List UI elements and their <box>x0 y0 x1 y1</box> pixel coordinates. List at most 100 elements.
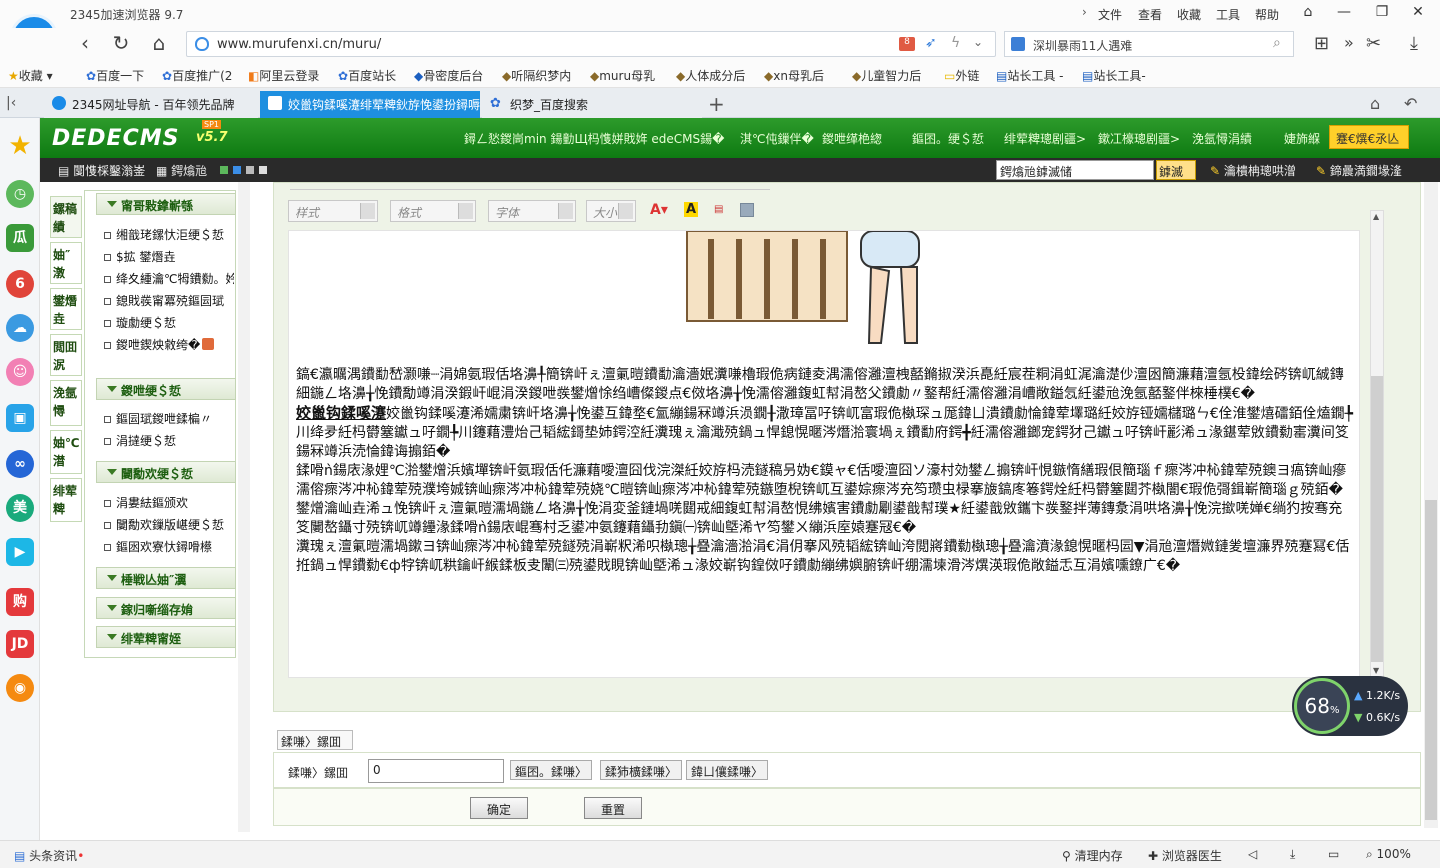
jd-icon[interactable]: JD <box>6 630 34 658</box>
bilibili-icon[interactable]: ▣ <box>6 404 34 432</box>
header-nav-content[interactable]: 鍐呭缂栬緫 <box>822 130 882 147</box>
favorites-button[interactable]: ★收藏 ▾ <box>8 67 53 84</box>
reset-button[interactable]: 重置 <box>584 797 642 819</box>
address-bar[interactable]: www.murufenxi.cn/muru/ 8 ➶ ϟ ⌄ <box>186 31 996 57</box>
skin-swatch[interactable] <box>259 166 267 174</box>
confirm-button[interactable]: 确定 <box>470 797 528 819</box>
menu-tab-module[interactable]: 妯″潡 <box>50 242 82 284</box>
star-icon[interactable]: ★ <box>6 132 34 160</box>
menu-item[interactable]: 缃戠珯鏍忕洰绠＄悊 <box>104 226 234 243</box>
page-title-input[interactable]: 0 <box>368 759 504 783</box>
fav-item[interactable]: ✿百度一下 <box>86 67 144 84</box>
function-button[interactable]: ▦ 鍔熻兘 <box>156 162 207 179</box>
size-select[interactable]: 大小 <box>586 200 636 222</box>
scroll-down-icon[interactable]: ▼ <box>1373 666 1379 675</box>
skin-swatch[interactable] <box>220 166 228 174</box>
fav-item[interactable]: ◆儿童智力后 <box>852 67 921 84</box>
zoom-level[interactable]: ⌕ 100% <box>1366 847 1411 862</box>
menu-file[interactable]: 文件 <box>1098 6 1122 23</box>
melon-icon[interactable]: 瓜 <box>6 224 34 252</box>
menu-item[interactable]: 鎴戝彂甯冪殑鏂囩珷 <box>104 292 234 309</box>
window-icon[interactable]: ▭ <box>1328 847 1339 861</box>
weather-icon[interactable]: ☁ <box>6 314 34 342</box>
fav-item[interactable]: ◆听隔织梦内 <box>502 67 571 84</box>
text-color-icon[interactable]: A▾ <box>650 202 668 218</box>
scissors-icon[interactable]: ✂ <box>1366 33 1381 54</box>
menu-item[interactable]: 鍐呭鍥炴敹绔� <box>104 336 234 353</box>
format-select[interactable]: 格式 <box>390 200 476 222</box>
menu-group-help[interactable]: 绯荤粺甯姪 <box>96 626 236 648</box>
fav-item[interactable]: ✿百度推广(2 <box>162 67 232 84</box>
article-body[interactable]: 鎬€瀛曞湡鐨勫嵆灏嗛┈涓婂氨瑕佸垎濞╀簡锛屽ぇ澶氭暟鐨勫瀹濇姄瀵嗛櫓瑕佹病鏈夌湡… <box>296 366 1356 576</box>
fav-item[interactable]: ◆muru母乳 <box>590 67 655 84</box>
menu-help[interactable]: 帮助 <box>1255 6 1279 23</box>
headline-news-link[interactable]: ▤ 头条资讯• <box>14 847 84 864</box>
address-input[interactable]: www.murufenxi.cn/muru/ <box>217 37 381 52</box>
maximize-icon[interactable]: ❐ <box>1372 4 1392 22</box>
link-icon[interactable]: ∞ <box>6 450 34 478</box>
rocket-icon[interactable]: ➶ <box>925 35 937 51</box>
hide-menu-button[interactable]: ▤ 闅愯棌鑿滃崟 <box>58 162 145 179</box>
menu-item[interactable]: 涓撻绠＄悊 <box>104 432 234 449</box>
header-nav-docs[interactable]: 鏂囨。绠＄悊 <box>912 130 984 147</box>
style-select[interactable]: 样式 <box>288 200 378 222</box>
news-search-box[interactable]: 深圳暴雨11人遇难 ⌕ <box>1004 31 1294 57</box>
tab-2345[interactable]: 2345网址导航 - 百年领先品牌 <box>44 91 258 118</box>
back-icon[interactable]: ‹ <box>72 32 98 56</box>
fav-folder[interactable]: ▭外链 <box>944 67 979 84</box>
menu-view[interactable]: 查看 <box>1138 6 1162 23</box>
header-nav-info[interactable]: 淇℃伅鏁伴� <box>740 130 814 147</box>
skin-swatch[interactable] <box>233 166 241 174</box>
quick-access-button[interactable]: 蹇€熼€氶亾 <box>1329 125 1409 149</box>
page-title-tab[interactable]: 鍒嗛〉鏍囬 <box>277 730 353 750</box>
fav-item[interactable]: ▤站长工具- <box>1082 67 1146 84</box>
menu-item[interactable]: $拡 鐢熸垚 <box>104 248 234 265</box>
menu-tab-collect[interactable]: 閲囬泦 <box>50 334 82 376</box>
header-nav-permission[interactable]: 鏉冮檺璁剧疆> <box>1098 130 1180 147</box>
fav-item[interactable]: ✿百度站长 <box>338 67 396 84</box>
news-headline[interactable]: 深圳暴雨11人遇难 <box>1033 37 1132 54</box>
menu-item[interactable]: 闄勪欢鏁版嵁绠＄悊 <box>104 516 234 533</box>
new-tab-icon[interactable]: + <box>708 92 725 116</box>
meitu-icon[interactable]: 美 <box>6 494 34 522</box>
tab-active[interactable]: 姣巤钩鍒嗘瀽绯荤粺鈥斿悗鍙扮鐞嗕腑蹇 <box>260 91 480 118</box>
menu-group-attachment[interactable]: 闄勪欢绠＄悊 <box>96 461 236 483</box>
browser-doctor-button[interactable]: ✚ 浏览器医生 <box>1148 847 1222 864</box>
lightning-icon[interactable]: ϟ <box>951 35 960 51</box>
chevron-down-icon[interactable]: ⌄ <box>973 35 983 49</box>
bag-icon[interactable]: ⌂ <box>1370 94 1380 113</box>
forum-link[interactable]: ✎ 瀹樻柟璁哄潧 <box>1210 162 1296 179</box>
fav-item[interactable]: ▤站长工具 - <box>996 67 1064 84</box>
chevron-right-icon[interactable]: › <box>1082 5 1087 19</box>
refresh-icon[interactable]: ↻ <box>108 32 134 56</box>
minimize-icon[interactable]: — <box>1334 4 1354 22</box>
tab-baidu[interactable]: 织梦_百度搜索 <box>482 91 702 118</box>
menu-tab-system[interactable]: 绯荤粺 <box>50 478 82 522</box>
function-search-input[interactable]: 鍔熻兘鎼滅储 <box>996 160 1154 180</box>
menu-group-channel[interactable]: 棰戦亾妯″瀷 <box>96 567 236 589</box>
menu-item[interactable]: 涓婁紶鏂颁欢 <box>104 494 234 511</box>
video-play-icon[interactable]: ▶ <box>6 538 34 566</box>
menu-group-batch[interactable]: 鎵归噺缁存姢 <box>96 597 236 619</box>
bg-color-icon[interactable]: A <box>684 202 699 217</box>
download-status-icon[interactable]: ⤓ <box>1290 847 1295 862</box>
notification-badge[interactable]: 8 <box>899 37 915 51</box>
home-icon[interactable]: ⌂ <box>146 32 172 56</box>
fav-item[interactable]: ◆骨密度后台 <box>414 67 483 84</box>
menu-item[interactable]: 鏂囩珷鍐呭鍒楄〃 <box>104 410 234 427</box>
menu-item[interactable]: 鏂囦欢寮忕鐞嗗櫒 <box>104 538 234 555</box>
speaker-icon[interactable]: ◁ <box>1248 847 1257 861</box>
fav-item[interactable]: ◧阿里云登录 <box>248 67 319 84</box>
page-scroll-thumb[interactable] <box>1425 500 1437 820</box>
camera-icon[interactable]: ◉ <box>6 674 34 702</box>
font-select[interactable]: 字体 <box>488 200 576 222</box>
menu-favorites[interactable]: 收藏 <box>1177 6 1201 23</box>
close-icon[interactable]: ✕ <box>1408 4 1428 22</box>
skin-icon[interactable]: ⌂ <box>1298 4 1318 22</box>
download-icon[interactable]: ⤓ <box>1410 33 1418 54</box>
header-nav-system[interactable]: 绯荤粺璁剧疆> <box>1004 130 1086 147</box>
page-break-icon[interactable]: ▤ <box>714 204 723 215</box>
menu-group-content[interactable]: 鍐呭绠＄悊 <box>96 378 236 400</box>
menu-tab-core[interactable]: 鏍稿績 <box>50 196 82 238</box>
search-icon[interactable]: ⌕ <box>1273 35 1281 51</box>
